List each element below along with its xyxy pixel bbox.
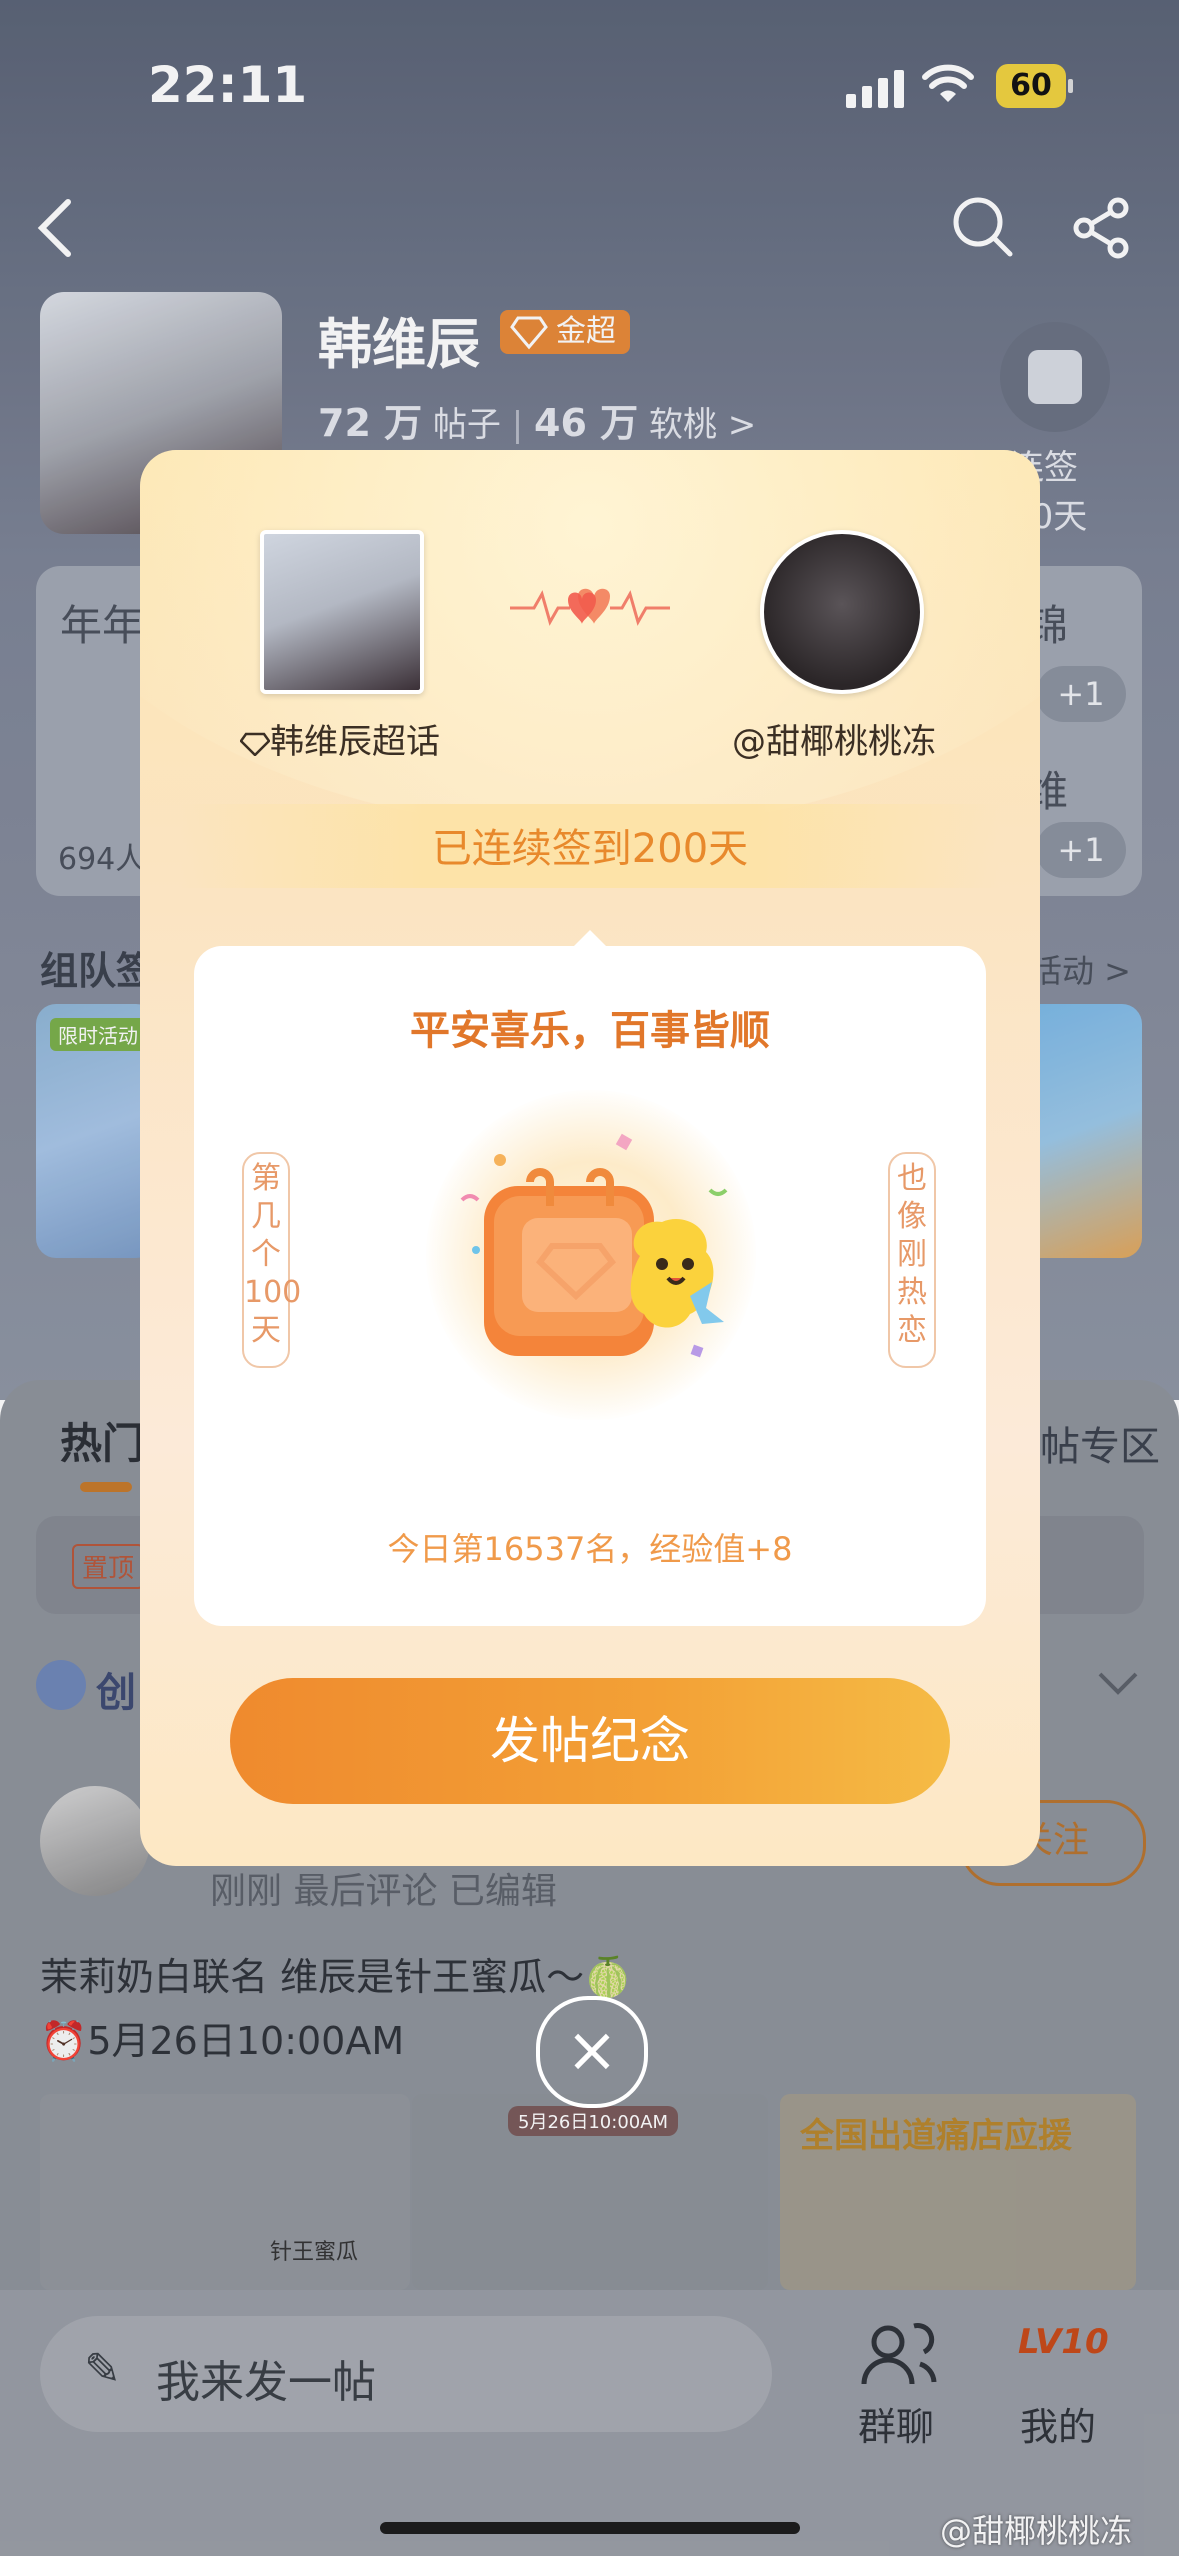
topic-avatar-small [260, 530, 424, 694]
streak-text: 已连续签到200天 [431, 826, 749, 872]
card-notch [574, 930, 606, 946]
close-icon[interactable]: × [536, 1996, 648, 2108]
left-scroll-text: 第几个100天 [242, 1152, 301, 1368]
calendar-mascot-icon [460, 1133, 728, 1358]
left-name-row: 韩维辰超话 [239, 714, 440, 763]
heart-icon [510, 588, 670, 626]
left-name: 韩维辰超话 [270, 722, 440, 762]
checkin-modal: 韩维辰超话 @甜椰桃桃冻 已连续签到200天 平安喜乐，百事皆顺 第几个100天… [140, 450, 1040, 1866]
post-memorial-button[interactable]: 发帖纪念 [230, 1678, 950, 1804]
right-scroll-text: 也像刚热恋 [888, 1152, 936, 1368]
blessing-text: 平安喜乐，百事皆顺 [410, 1008, 770, 1054]
diamond-icon [239, 732, 271, 757]
right-name: @甜椰桃桃冻 [732, 722, 936, 762]
rank-text: 今日第16537名，经验值+8 [387, 1530, 793, 1568]
user-avatar [760, 530, 924, 694]
